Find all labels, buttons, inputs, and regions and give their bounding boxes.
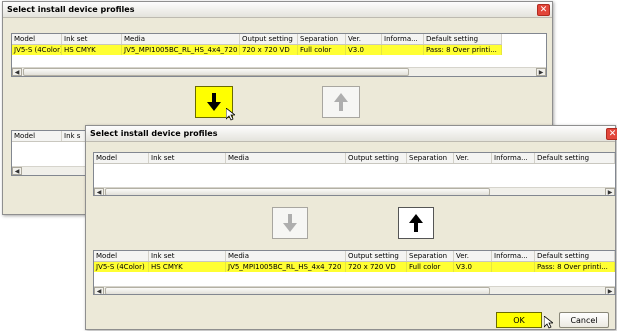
cell-information bbox=[492, 262, 535, 272]
cell-model: JV5-S (4Color) bbox=[14, 45, 62, 55]
move-up-button[interactable] bbox=[398, 207, 434, 239]
scroll-right-icon[interactable]: ▶ bbox=[605, 287, 615, 294]
col-model[interactable]: Model bbox=[12, 34, 62, 44]
ok-button[interactable]: OK bbox=[496, 312, 542, 328]
cell-media: JV5_MPI1005BC_RL_HS_4x4_720 bbox=[122, 45, 240, 55]
front-available-list[interactable]: Model Ink set Media Output setting Separ… bbox=[93, 250, 616, 295]
col-media[interactable]: Media bbox=[122, 34, 240, 44]
cell-default-setting: Pass: 8 Over printi... bbox=[424, 45, 502, 55]
col-default-setting[interactable]: Default setting bbox=[535, 153, 615, 163]
col-ink-set[interactable]: Ink set bbox=[149, 153, 226, 163]
scroll-left-icon[interactable]: ◀ bbox=[12, 167, 22, 175]
back-lower-header: Model Ink s bbox=[12, 131, 92, 142]
down-arrow-icon bbox=[283, 214, 297, 232]
front-dialog: Select install device profiles ✕ Model I… bbox=[85, 125, 617, 330]
col-ver[interactable]: Ver. bbox=[346, 34, 382, 44]
front-list-header: Model Ink set Media Output setting Separ… bbox=[94, 153, 615, 164]
col-ver[interactable]: Ver. bbox=[454, 153, 492, 163]
back-installed-list[interactable]: Model Ink set Media Output setting Separ… bbox=[11, 33, 547, 77]
scroll-thumb[interactable] bbox=[105, 287, 490, 294]
cancel-button[interactable]: Cancel bbox=[559, 312, 609, 328]
scroll-left-icon[interactable]: ◀ bbox=[12, 68, 22, 76]
col-output-setting[interactable]: Output setting bbox=[240, 34, 298, 44]
cell-default-setting: Pass: 8 Over printi... bbox=[535, 262, 615, 272]
down-arrow-icon bbox=[207, 93, 221, 111]
up-arrow-icon bbox=[334, 93, 348, 111]
col-output-setting[interactable]: Output setting bbox=[346, 251, 407, 261]
col-ink-set[interactable]: Ink set bbox=[149, 251, 226, 261]
col-default-setting[interactable]: Default setting bbox=[424, 34, 502, 44]
front-dialog-titlebar: Select install device profiles ✕ bbox=[86, 126, 617, 142]
table-row[interactable]: JV5-S (4Color) HS CMYK JV5_MPI1005BC_RL_… bbox=[94, 262, 615, 272]
front-dialog-close-button[interactable]: ✕ bbox=[606, 128, 617, 140]
move-down-button[interactable] bbox=[272, 207, 308, 239]
mouse-cursor-icon bbox=[544, 316, 553, 329]
cell-ink-set: HS CMYK bbox=[149, 262, 226, 272]
col-default-setting[interactable]: Default setting bbox=[535, 251, 615, 261]
back-dialog-close-button[interactable]: ✕ bbox=[537, 4, 550, 16]
scroll-left-icon[interactable]: ◀ bbox=[94, 287, 104, 294]
front-dialog-title: Select install device profiles bbox=[90, 129, 218, 138]
up-arrow-icon bbox=[409, 214, 423, 232]
front-lower-header: Model Ink set Media Output setting Separ… bbox=[94, 251, 615, 262]
col-output-setting[interactable]: Output setting bbox=[346, 153, 407, 163]
col-model[interactable]: Model bbox=[12, 131, 62, 141]
col-ver[interactable]: Ver. bbox=[454, 251, 492, 261]
cell-ver: V3.0 bbox=[454, 262, 492, 272]
front-lower-hscrollbar[interactable]: ◀ ▶ bbox=[94, 286, 615, 294]
cell-ink-set: HS CMYK bbox=[62, 45, 122, 55]
back-list-hscrollbar[interactable]: ◀ ▶ bbox=[12, 67, 546, 76]
col-separation[interactable]: Separation bbox=[298, 34, 346, 44]
cell-output-setting: 720 x 720 VD bbox=[346, 262, 407, 272]
cell-model: JV5-S (4Color) bbox=[94, 262, 149, 272]
cell-information bbox=[382, 45, 424, 55]
back-list-header: Model Ink set Media Output setting Separ… bbox=[12, 34, 502, 45]
cell-separation: Full color bbox=[298, 45, 346, 55]
scroll-thumb[interactable] bbox=[23, 68, 409, 76]
mouse-cursor-icon bbox=[226, 108, 235, 121]
col-information[interactable]: Informa... bbox=[492, 251, 535, 261]
col-ink-set[interactable]: Ink set bbox=[62, 34, 122, 44]
col-information[interactable]: Informa... bbox=[382, 34, 424, 44]
move-up-button[interactable] bbox=[322, 86, 360, 118]
back-dialog-title: Select install device profiles bbox=[7, 5, 135, 14]
col-model[interactable]: Model bbox=[94, 251, 149, 261]
scroll-thumb[interactable] bbox=[105, 188, 490, 195]
front-upper-hscrollbar[interactable]: ◀ ▶ bbox=[94, 187, 615, 195]
col-separation[interactable]: Separation bbox=[407, 153, 454, 163]
col-media[interactable]: Media bbox=[226, 153, 346, 163]
col-information[interactable]: Informa... bbox=[492, 153, 535, 163]
scroll-right-icon[interactable]: ▶ bbox=[536, 68, 546, 76]
col-model[interactable]: Model bbox=[94, 153, 149, 163]
back-dialog-titlebar: Select install device profiles ✕ bbox=[3, 2, 552, 18]
cell-output-setting: 720 x 720 VD bbox=[240, 45, 298, 55]
col-separation[interactable]: Separation bbox=[407, 251, 454, 261]
scroll-left-icon[interactable]: ◀ bbox=[94, 188, 104, 195]
cancel-button-label: Cancel bbox=[570, 315, 598, 325]
front-installed-list[interactable]: Model Ink set Media Output setting Separ… bbox=[93, 152, 616, 196]
cell-ver: V3.0 bbox=[346, 45, 382, 55]
cell-media: JV5_MPI1005BC_RL_HS_4x4_720 bbox=[226, 262, 346, 272]
col-media[interactable]: Media bbox=[226, 251, 346, 261]
cell-separation: Full color bbox=[407, 262, 454, 272]
table-row[interactable]: JV5-S (4Color) HS CMYK JV5_MPI1005BC_RL_… bbox=[12, 45, 502, 55]
scroll-right-icon[interactable]: ▶ bbox=[605, 188, 615, 195]
ok-button-label: OK bbox=[513, 315, 525, 325]
